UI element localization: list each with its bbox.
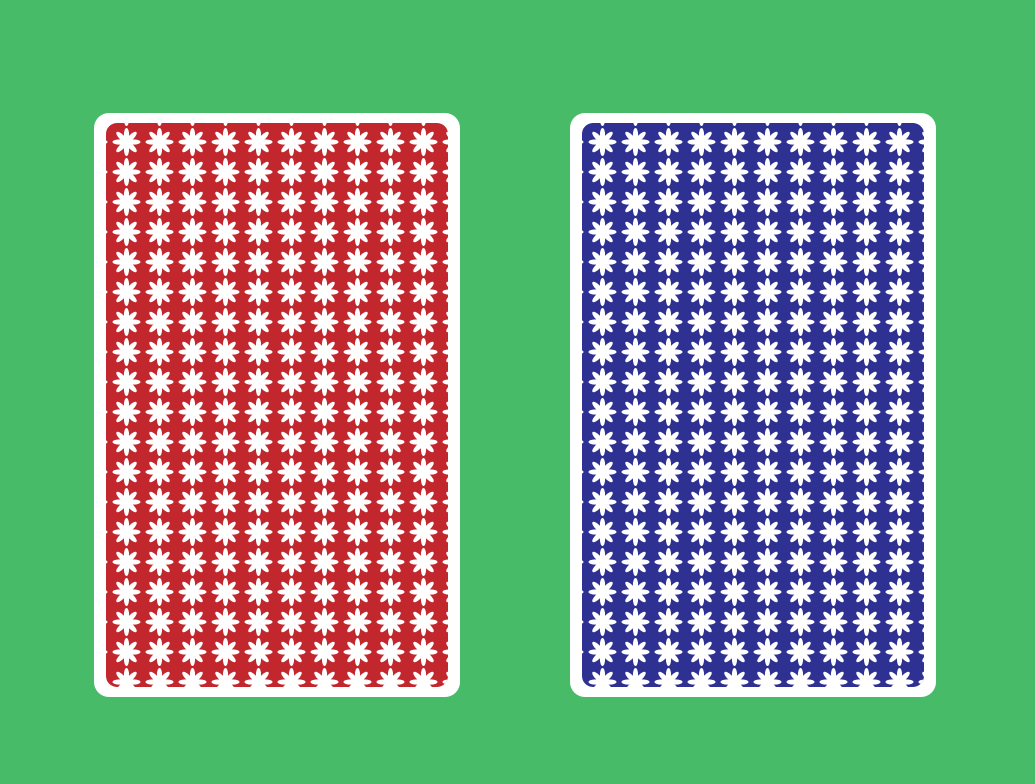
card-table bbox=[0, 0, 1035, 784]
card-back-red-pattern bbox=[106, 123, 448, 687]
card-back-red[interactable] bbox=[94, 113, 460, 697]
red-flower-pattern bbox=[106, 123, 448, 687]
card-back-blue-pattern bbox=[582, 123, 924, 687]
card-back-blue[interactable] bbox=[570, 113, 936, 697]
blue-flower-pattern bbox=[582, 123, 924, 687]
